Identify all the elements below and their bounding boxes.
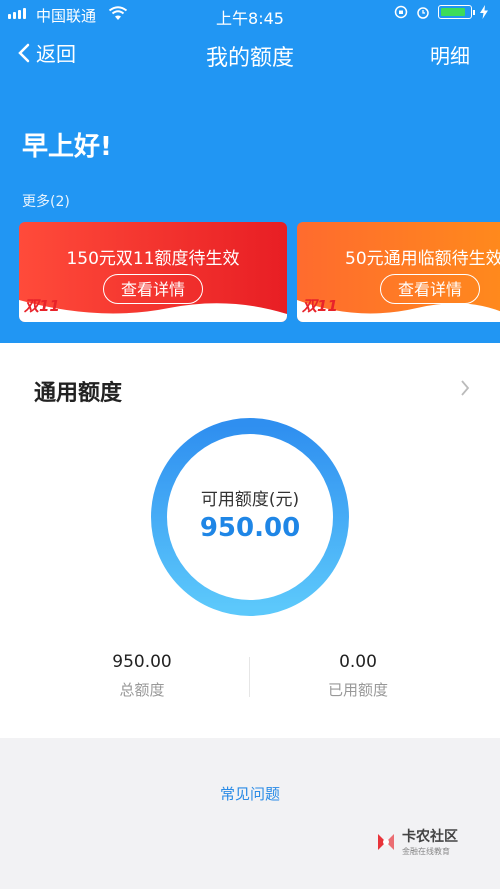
promo-title: 150元双11额度待生效 bbox=[66, 249, 240, 269]
watermark-name: 卡农社区 bbox=[402, 829, 458, 845]
battery-icon bbox=[438, 5, 475, 19]
total-label: 总额度 bbox=[119, 681, 165, 699]
available-amount: 950.00 bbox=[199, 513, 301, 543]
kanong-logo-icon bbox=[378, 833, 394, 850]
watermark-sub: 金融在线教育 bbox=[402, 847, 450, 856]
quota-panel: 通用额度 可用额度(元) 950.00 950.00 总额度 0.00 已用额度 bbox=[0, 343, 500, 738]
chevron-right-icon[interactable] bbox=[460, 379, 470, 397]
charging-icon bbox=[480, 5, 488, 19]
promo-title: 50元通用临额待生效 bbox=[345, 249, 500, 269]
used-quota: 0.00 已用额度 bbox=[283, 652, 433, 700]
detail-button[interactable]: 明细 bbox=[430, 40, 470, 69]
used-value: 0.00 bbox=[339, 652, 377, 672]
nav-bar: 返回 我的额度 明细 bbox=[0, 34, 500, 78]
promo-card[interactable]: 50元通用临额待生效 查看详情 双11 bbox=[297, 222, 500, 322]
double11-logo: 双11 bbox=[24, 297, 60, 315]
page-title: 我的额度 bbox=[205, 46, 294, 71]
used-label: 已用额度 bbox=[327, 681, 388, 699]
view-details-button[interactable]: 查看详情 bbox=[380, 274, 480, 304]
greeting: 早上好! bbox=[22, 132, 112, 162]
divider bbox=[249, 657, 250, 697]
available-label: 可用额度(元) bbox=[200, 490, 300, 510]
section-title: 通用额度 bbox=[34, 381, 123, 406]
watermark: 卡农社区 金融在线教育 bbox=[374, 826, 458, 857]
total-quota: 950.00 总额度 bbox=[67, 652, 217, 700]
alarm-icon bbox=[417, 7, 429, 19]
faq-link[interactable]: 常见问题 bbox=[0, 783, 500, 804]
double11-logo: 双11 bbox=[302, 297, 338, 315]
orientation-lock-icon bbox=[394, 5, 408, 19]
view-details-button[interactable]: 查看详情 bbox=[103, 274, 203, 304]
promo-card[interactable]: 150元双11额度待生效 查看详情 双11 bbox=[19, 222, 287, 322]
header-panel: 中国联通 上午8:45 返回 我的额度 明细 早上好! 更多(2) 150元双1… bbox=[0, 0, 500, 343]
total-value: 950.00 bbox=[112, 652, 172, 672]
more-link[interactable]: 更多(2) bbox=[22, 191, 70, 211]
status-bar: 中国联通 上午8:45 bbox=[0, 0, 500, 28]
